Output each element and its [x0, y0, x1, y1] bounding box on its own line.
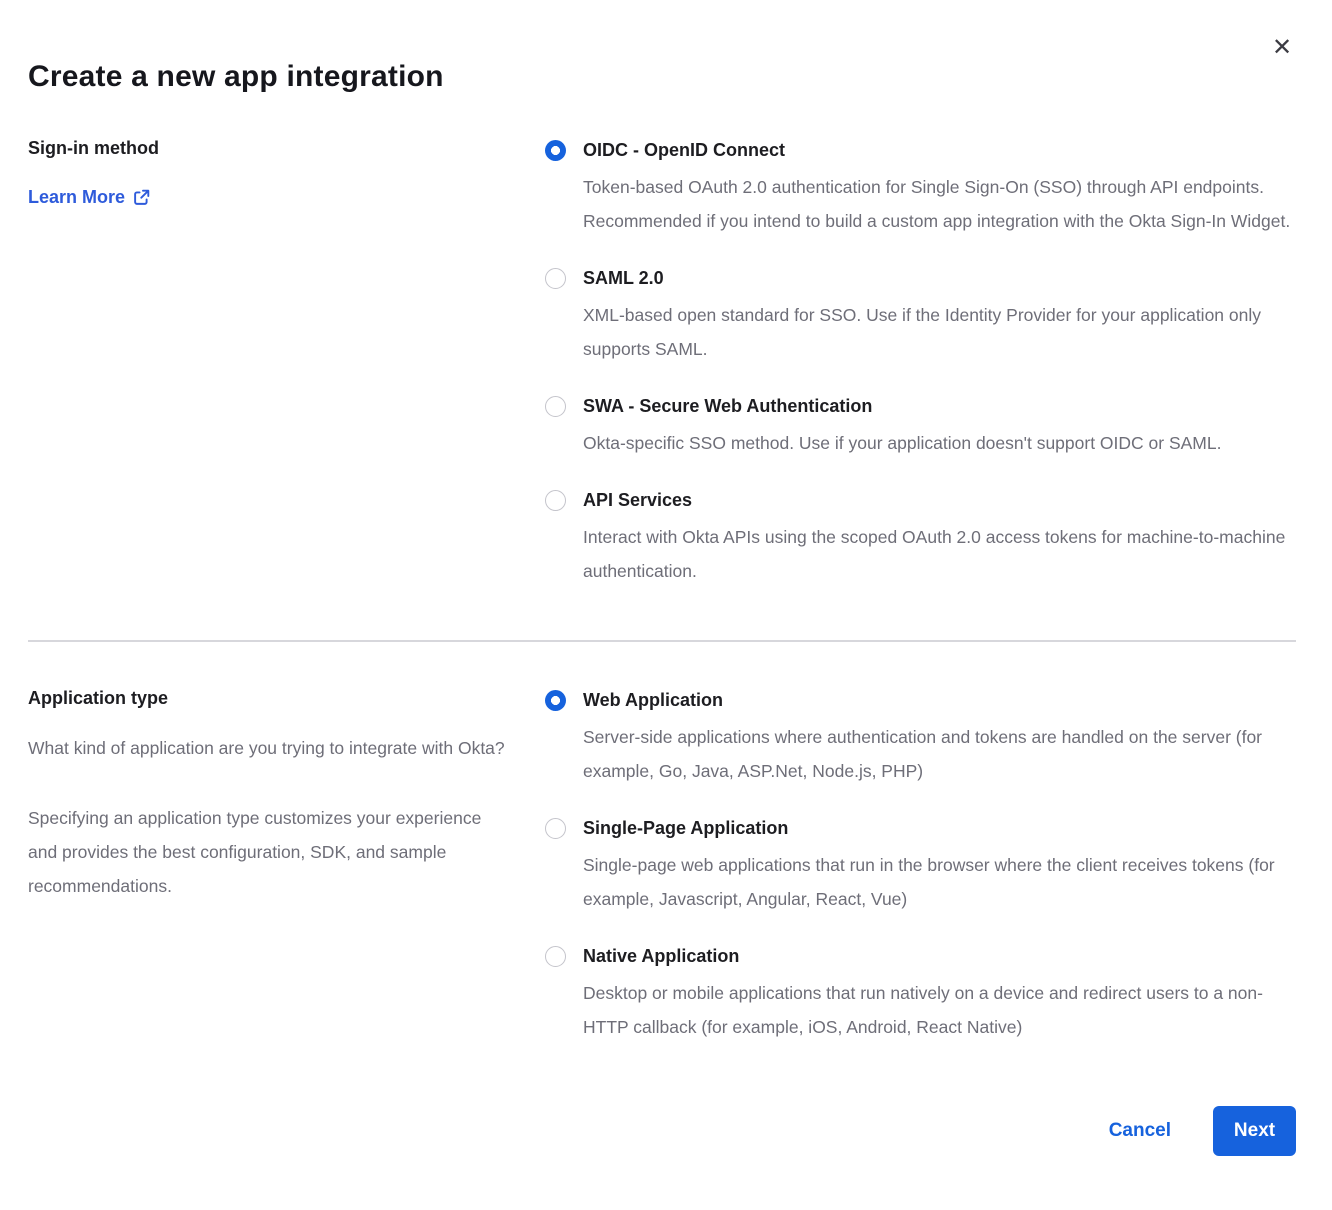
- radio-option-description: Interact with Okta APIs using the scoped…: [583, 520, 1295, 588]
- signin-method-label: Sign-in method: [28, 138, 545, 159]
- radio-option-description: Okta-specific SSO method. Use if your ap…: [583, 426, 1221, 460]
- radio-option-label: SWA - Secure Web Authentication: [583, 394, 1221, 418]
- application-type-left-column: Application type What kind of applicatio…: [28, 688, 545, 903]
- radio-option-api-services[interactable]: API Services Interact with Okta APIs usi…: [545, 488, 1296, 588]
- radio-option-description: Single-page web applications that run in…: [583, 848, 1295, 916]
- radio-option-description: Token-based OAuth 2.0 authentication for…: [583, 170, 1295, 238]
- learn-more-link[interactable]: Learn More: [28, 187, 150, 208]
- radio-option-description: Desktop or mobile applications that run …: [583, 976, 1295, 1044]
- application-type-description-1: What kind of application are you trying …: [28, 731, 508, 765]
- radio-selected-icon-web-application[interactable]: [545, 690, 566, 711]
- radio-icon-saml-2-0[interactable]: [545, 268, 566, 289]
- dialog-title: Create a new app integration: [28, 0, 1296, 94]
- signin-method-left-column: Sign-in method Learn More: [28, 138, 545, 208]
- radio-option-swa-secure-web-authentication[interactable]: SWA - Secure Web Authentication Okta-spe…: [545, 394, 1296, 460]
- radio-option-label: API Services: [583, 488, 1295, 512]
- learn-more-label: Learn More: [28, 187, 125, 208]
- radio-option-oidc-openid-connect[interactable]: OIDC - OpenID Connect Token-based OAuth …: [545, 138, 1296, 238]
- radio-option-label: Web Application: [583, 688, 1295, 712]
- radio-option-label: Native Application: [583, 944, 1295, 968]
- application-type-description-2: Specifying an application type customize…: [28, 801, 508, 903]
- cancel-button[interactable]: Cancel: [1109, 1120, 1171, 1142]
- radio-option-label: Single-Page Application: [583, 816, 1295, 840]
- create-app-integration-dialog: ✕ Create a new app integration Sign-in m…: [0, 0, 1332, 1202]
- external-link-icon: [133, 189, 150, 206]
- radio-option-web-application[interactable]: Web Application Server-side applications…: [545, 688, 1296, 788]
- signin-method-section: Sign-in method Learn More OIDC - OpenID …: [28, 138, 1296, 588]
- radio-icon-native-application[interactable]: [545, 946, 566, 967]
- radio-option-description: XML-based open standard for SSO. Use if …: [583, 298, 1295, 366]
- radio-icon-api-services[interactable]: [545, 490, 566, 511]
- next-button[interactable]: Next: [1213, 1106, 1296, 1156]
- radio-option-label: SAML 2.0: [583, 266, 1295, 290]
- dialog-footer: Cancel Next: [28, 1106, 1296, 1202]
- radio-option-description: Server-side applications where authentic…: [583, 720, 1295, 788]
- application-type-section: Application type What kind of applicatio…: [28, 688, 1296, 1044]
- section-divider: [28, 640, 1296, 642]
- radio-option-native-application[interactable]: Native Application Desktop or mobile app…: [545, 944, 1296, 1044]
- radio-icon-swa-secure-web-authentication[interactable]: [545, 396, 566, 417]
- radio-option-saml-2-0[interactable]: SAML 2.0 XML-based open standard for SSO…: [545, 266, 1296, 366]
- close-icon[interactable]: ✕: [1268, 34, 1296, 62]
- radio-icon-single-page-application[interactable]: [545, 818, 566, 839]
- application-type-label: Application type: [28, 688, 545, 709]
- signin-method-options: OIDC - OpenID Connect Token-based OAuth …: [545, 138, 1296, 588]
- application-type-options: Web Application Server-side applications…: [545, 688, 1296, 1044]
- radio-option-single-page-application[interactable]: Single-Page Application Single-page web …: [545, 816, 1296, 916]
- radio-selected-icon-oidc-openid-connect[interactable]: [545, 140, 566, 161]
- radio-option-label: OIDC - OpenID Connect: [583, 138, 1295, 162]
